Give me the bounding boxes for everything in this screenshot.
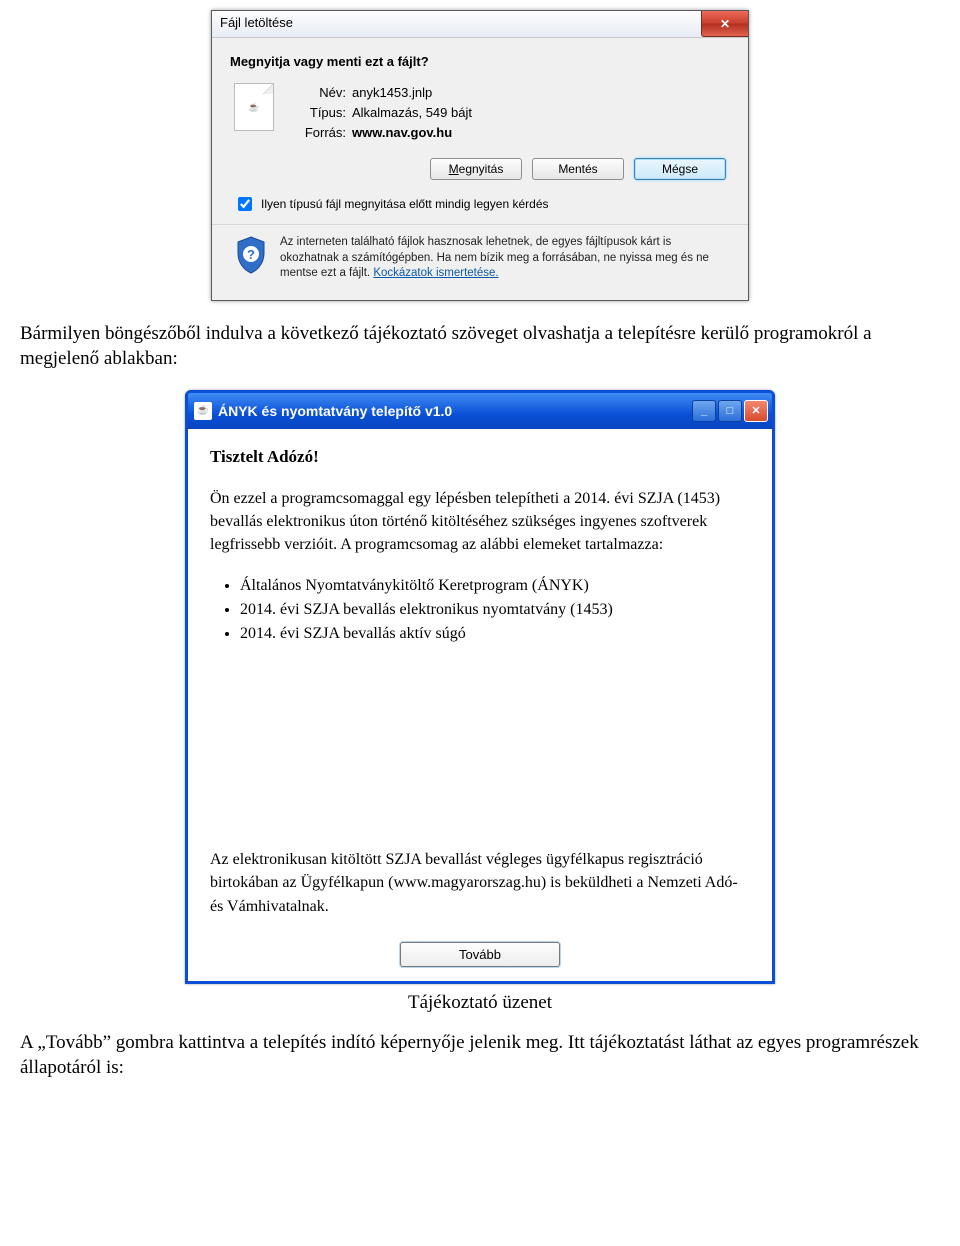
close-icon: ✕ [751,404,760,417]
close-button[interactable]: ✕ [701,11,748,37]
maximize-icon: □ [727,405,734,417]
doc-paragraph-1: Bármilyen böngészőből indulva a következ… [20,321,940,372]
list-item: 2014. évi SZJA bevallás elektronikus nyo… [240,598,750,622]
list-item: Általános Nyomtatványkitöltő Keretprogra… [240,574,750,598]
always-ask-label: Ilyen típusú fájl megnyitása előtt mindi… [261,197,549,211]
name-label: Név: [288,85,346,100]
save-button-label: Mentés [558,162,597,176]
type-label: Típus: [288,105,346,120]
installer-title: ÁNYK és nyomtatvány telepítő v1.0 [218,403,686,419]
risk-link[interactable]: Kockázatok ismertetése. [373,267,498,279]
separator [212,224,748,225]
cancel-button-label: Mégse [662,162,698,176]
open-button[interactable]: Megnyitás [430,158,522,180]
dialog-titlebar: Fájl letöltése ✕ [212,11,748,38]
warning-text-block: Az interneten található fájlok hasznosak… [280,235,726,282]
greeting: Tisztelt Adózó! [210,447,750,467]
next-button-label: Tovább [459,947,501,962]
list-item: 2014. évi SZJA bevallás aktív súgó [240,622,750,646]
file-download-dialog: Fájl letöltése ✕ Megnyitja vagy menti ez… [211,10,749,301]
maximize-button[interactable]: □ [718,400,742,422]
submit-info-paragraph: Az elektronikusan kitöltött SZJA bevallá… [210,848,750,918]
minimize-icon: _ [701,405,707,417]
dialog-title: Fájl letöltése [212,11,701,37]
close-icon: ✕ [720,17,730,31]
intro-paragraph: Ön ezzel a programcsomaggal egy lépésben… [210,487,750,557]
component-list: Általános Nyomtatványkitöltő Keretprogra… [210,574,750,646]
svg-text:?: ? [247,247,255,262]
dialog-question: Megnyitja vagy menti ezt a fájlt? [230,54,730,69]
always-ask-checkbox[interactable] [238,197,252,211]
file-icon: ☕ [234,83,274,131]
doc-paragraph-2: A „Tovább” gombra kattintva a telepítés … [20,1030,940,1081]
java-icon: ☕ [248,102,259,113]
save-button[interactable]: Mentés [532,158,624,180]
source-value: www.nav.gov.hu [352,125,472,140]
installer-window: ☕ ÁNYK és nyomtatvány telepítő v1.0 _ □ … [185,390,775,984]
source-label: Forrás: [288,125,346,140]
installer-titlebar: ☕ ÁNYK és nyomtatvány telepítő v1.0 _ □ … [188,393,772,429]
open-button-label: egnyitás [459,162,504,176]
type-value: Alkalmazás, 549 bájt [352,105,472,120]
name-value: anyk1453.jnlp [352,85,472,100]
close-button[interactable]: ✕ [744,400,768,422]
always-ask-checkbox-row[interactable]: Ilyen típusú fájl megnyitása előtt mindi… [234,194,730,214]
shield-icon: ? [234,235,268,275]
minimize-button[interactable]: _ [692,400,716,422]
figure-caption: Tájékoztató üzenet [20,992,940,1014]
cancel-button[interactable]: Mégse [634,158,726,180]
next-button[interactable]: Tovább [400,942,560,967]
java-icon: ☕ [194,402,212,420]
